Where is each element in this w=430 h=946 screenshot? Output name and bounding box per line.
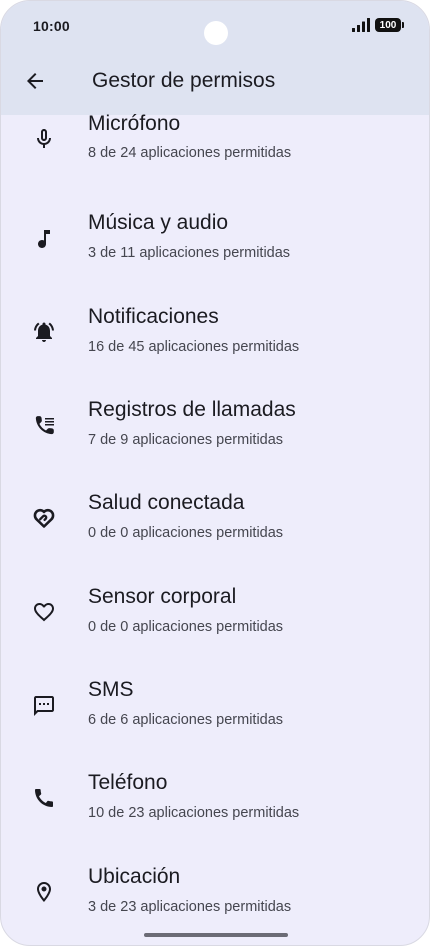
permission-subtitle: 7 de 9 aplicaciones permitidas [88, 432, 284, 448]
microphone-icon [31, 126, 57, 152]
signal-icon [352, 18, 370, 32]
page-title: Gestor de permisos [92, 69, 276, 92]
sms-icon [31, 693, 57, 719]
top-bar: 10:00 100 Gestor de permisos [1, 1, 429, 115]
permission-title: Ubicación [88, 865, 181, 888]
screen: 10:00 100 Gestor de permisos Micrófono 8… [0, 0, 430, 946]
permission-title: Sensor corporal [88, 585, 237, 608]
app-bar: Gestor de permisos [1, 51, 429, 115]
permission-item-sms[interactable]: SMS 6 de 6 aplicaciones permitidas [1, 668, 429, 761]
permission-subtitle: 0 de 0 aplicaciones permitidas [88, 619, 284, 635]
phone-frame: 10:00 100 Gestor de permisos Micrófono 8… [0, 0, 430, 946]
permission-item-microfono[interactable]: Micrófono 8 de 24 aplicaciones permitida… [1, 108, 429, 201]
permission-title: Registros de llamadas [88, 398, 296, 421]
permission-subtitle: 8 de 24 aplicaciones permitidas [88, 145, 292, 161]
permission-title: Salud conectada [88, 491, 245, 514]
permission-item-musica-audio[interactable]: Música y audio 3 de 11 aplicaciones perm… [1, 201, 429, 294]
permission-title: Música y audio [88, 211, 229, 234]
phone-icon [31, 785, 57, 811]
music-note-icon [31, 226, 57, 252]
permission-item-notificaciones[interactable]: Notificaciones 16 de 45 aplicaciones per… [1, 295, 429, 388]
permission-title: Micrófono [88, 112, 181, 135]
permission-item-salud-conectada[interactable]: Salud conectada 0 de 0 aplicaciones perm… [1, 481, 429, 574]
permission-subtitle: 3 de 11 aplicaciones permitidas [88, 245, 291, 261]
permission-item-telefono[interactable]: Teléfono 10 de 23 aplicaciones permitida… [1, 761, 429, 854]
battery-icon: 100 [375, 18, 404, 32]
camera-cutout [204, 21, 228, 45]
back-button[interactable] [15, 61, 55, 101]
permission-title: SMS [88, 678, 134, 701]
arrow-back-icon [27, 73, 43, 89]
call-log-icon [31, 412, 57, 438]
permission-subtitle: 10 de 23 aplicaciones permitidas [88, 805, 300, 821]
permission-title: Teléfono [88, 771, 168, 794]
permission-title: Notificaciones [88, 305, 219, 328]
status-bar: 10:00 100 [1, 1, 429, 51]
status-time: 10:00 [33, 18, 70, 34]
status-icons: 100 [352, 17, 404, 33]
permission-subtitle: 6 de 6 aplicaciones permitidas [88, 712, 284, 728]
permission-subtitle: 3 de 23 aplicaciones permitidas [88, 899, 292, 915]
heart-icon [31, 599, 57, 625]
location-pin-icon [31, 879, 57, 905]
permission-item-registros-llamadas[interactable]: Registros de llamadas 7 de 9 aplicacione… [1, 388, 429, 481]
permission-subtitle: 16 de 45 aplicaciones permitidas [88, 339, 300, 355]
notification-bell-icon [31, 319, 57, 345]
permission-subtitle: 0 de 0 aplicaciones permitidas [88, 525, 284, 541]
home-indicator[interactable] [144, 933, 288, 937]
permission-item-sensor-corporal[interactable]: Sensor corporal 0 de 0 aplicaciones perm… [1, 575, 429, 668]
health-connect-icon [31, 505, 57, 531]
